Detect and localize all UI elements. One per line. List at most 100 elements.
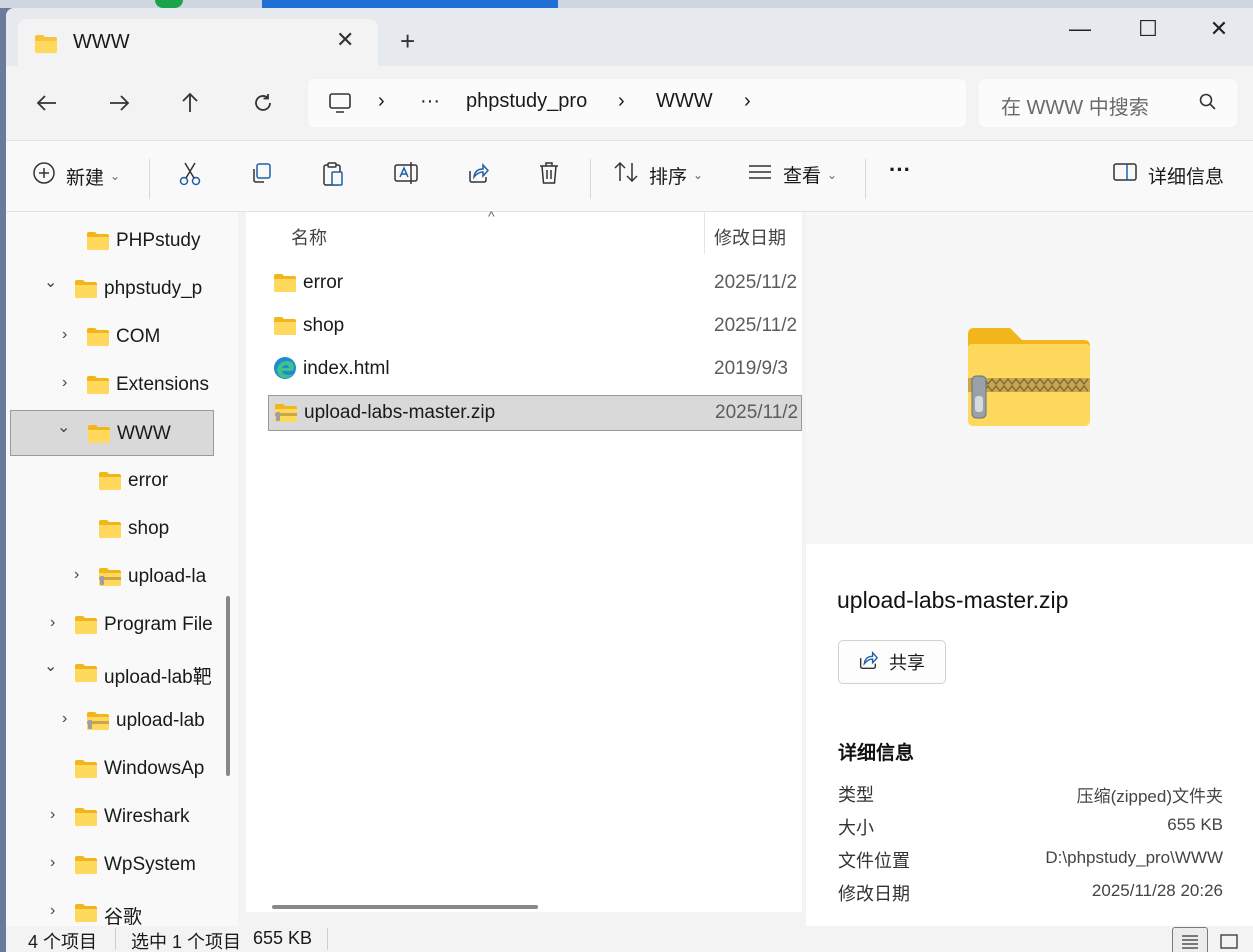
close-window-button[interactable]: ✕ <box>1199 16 1239 42</box>
new-tab-button[interactable]: + <box>400 26 415 57</box>
chevron-down-icon: ⌄ <box>827 167 838 182</box>
folder-icon <box>74 807 98 833</box>
nav-item[interactable]: PHPstudy <box>10 218 214 264</box>
chevron-right-icon[interactable]: › <box>50 854 55 872</box>
copy-button[interactable] <box>250 161 274 191</box>
nav-item[interactable]: ⌄ upload-lab靶 <box>10 650 214 696</box>
clipboard-icon <box>321 161 345 193</box>
chevron-right-icon[interactable]: › <box>62 326 67 344</box>
file-row[interactable]: error 2025/11/2 <box>268 266 802 302</box>
nav-item[interactable]: shop <box>10 506 214 552</box>
nav-item-label: WWW <box>117 423 171 444</box>
file-row[interactable]: upload-labs-master.zip 2025/11/2 <box>268 395 802 431</box>
breadcrumb-www[interactable]: WWW <box>656 90 713 113</box>
file-list: 名称 ^ 修改日期 error 2025/11/2 shop 2025/11/2 ind… <box>246 208 802 912</box>
nav-item-label: PHPstudy <box>116 230 201 251</box>
property-key: 修改日期 <box>838 884 910 904</box>
folder-icon <box>74 663 98 689</box>
nav-item[interactable]: › Program File <box>10 602 214 648</box>
nav-item[interactable]: WindowsAp <box>10 746 214 792</box>
chevron-down-icon[interactable]: ⌄ <box>57 417 70 437</box>
file-name: shop <box>303 315 345 336</box>
back-arrow-icon[interactable] <box>30 86 64 120</box>
property-key: 类型 <box>838 785 874 805</box>
nav-item[interactable]: › upload-lab <box>10 698 214 744</box>
paste-button[interactable] <box>321 161 345 193</box>
folder-icon <box>74 855 98 881</box>
breadcrumb-overflow[interactable]: ··· <box>420 90 440 113</box>
edge-icon <box>273 356 297 386</box>
nav-item[interactable]: › WpSystem <box>10 842 214 888</box>
file-row[interactable]: index.html 2019/9/3 <box>268 352 802 388</box>
file-date: 2019/9/3 <box>714 358 788 379</box>
chevron-right-icon[interactable]: › <box>74 566 79 584</box>
rename-button[interactable] <box>393 161 419 191</box>
nav-item[interactable]: error <box>10 458 214 504</box>
column-divider[interactable] <box>704 212 705 254</box>
nav-item[interactable]: › Wireshark <box>10 794 214 840</box>
divider <box>865 159 866 199</box>
address-bar[interactable]: › ··· phpstudy_pro › WWW › <box>308 79 966 127</box>
sort-button[interactable]: 排序 ⌄ <box>613 161 703 189</box>
share-label: 共享 <box>889 653 925 673</box>
view-button[interactable]: 查看 ⌄ <box>747 161 837 188</box>
details-pane-button[interactable]: 详细信息 <box>1112 161 1224 189</box>
maximize-button[interactable]: ☐ <box>1128 16 1168 42</box>
navigation-scrollbar[interactable] <box>226 596 230 776</box>
column-header-date[interactable]: 修改日期 <box>714 224 786 250</box>
nav-item-label: shop <box>128 518 170 539</box>
column-header-name[interactable]: 名称 <box>291 224 327 250</box>
nav-item[interactable]: › 谷歌 <box>10 890 214 926</box>
file-row[interactable]: shop 2025/11/2 <box>268 309 802 345</box>
file-list-scrollbar[interactable] <box>272 905 538 909</box>
search-input[interactable]: 在 WWW 中搜索 <box>979 79 1237 127</box>
folder-icon <box>98 519 122 545</box>
nav-item[interactable]: › COM <box>10 314 214 360</box>
up-arrow-icon[interactable] <box>173 86 207 120</box>
chevron-down-icon[interactable]: ⌄ <box>44 656 57 676</box>
file-name: error <box>303 272 344 293</box>
minimize-button[interactable]: — <box>1060 16 1100 42</box>
nav-item[interactable]: › upload-la <box>10 554 214 600</box>
zip-folder-icon <box>86 711 110 737</box>
share-button[interactable] <box>466 161 490 191</box>
new-button[interactable]: 新建 ⌄ <box>32 161 120 191</box>
chevron-down-icon[interactable]: ⌄ <box>44 272 57 292</box>
property-key: 大小 <box>838 818 874 838</box>
chevron-right-icon[interactable]: › <box>62 710 67 728</box>
status-bar: 4 个项目 选中 1 个项目 655 KB <box>6 926 1253 952</box>
breadcrumb-separator: › <box>618 90 625 112</box>
large-icons-view-button[interactable] <box>1211 927 1247 952</box>
breadcrumb-phpstudy-pro[interactable]: phpstudy_pro <box>466 90 587 113</box>
details-share-button[interactable]: 共享 <box>838 640 946 684</box>
property-value: 压缩(zipped)文件夹 <box>1076 787 1223 806</box>
details-view-button[interactable] <box>1172 927 1208 952</box>
nav-item[interactable]: ⌄ phpstudy_p <box>10 266 214 312</box>
tab-close-icon[interactable]: ✕ <box>336 27 354 53</box>
delete-button[interactable] <box>537 161 561 191</box>
selection-size: 655 KB <box>253 928 313 948</box>
copy-icon <box>250 161 274 191</box>
breadcrumb-separator[interactable]: › <box>744 90 751 113</box>
details-section-title: 详细信息 <box>838 743 915 764</box>
nav-item-label: error <box>128 470 169 491</box>
nav-item[interactable]: ⌄ WWW <box>10 410 214 456</box>
tab-www[interactable]: WWW ✕ <box>18 19 378 67</box>
forward-arrow-icon[interactable] <box>102 86 136 120</box>
cut-button[interactable] <box>178 161 202 193</box>
chevron-right-icon[interactable]: › <box>62 374 67 392</box>
nav-item[interactable]: › Extensions <box>10 362 214 408</box>
chevron-right-icon[interactable]: › <box>50 614 55 632</box>
sort-ascending-icon: ^ <box>488 208 495 224</box>
selection-count: 选中 1 个项目 <box>131 932 242 952</box>
more-options-button[interactable]: ··· <box>889 157 911 183</box>
refresh-icon[interactable] <box>246 86 280 120</box>
chevron-right-icon[interactable]: › <box>50 806 55 824</box>
folder-icon <box>86 327 110 353</box>
chevron-right-icon[interactable]: › <box>50 902 55 920</box>
file-date: 2025/11/2 <box>715 402 799 423</box>
this-pc-icon[interactable] <box>328 91 352 121</box>
folder-icon <box>74 759 98 785</box>
desktop-app-dot <box>155 0 183 8</box>
property-value: 655 KB <box>1167 815 1223 834</box>
